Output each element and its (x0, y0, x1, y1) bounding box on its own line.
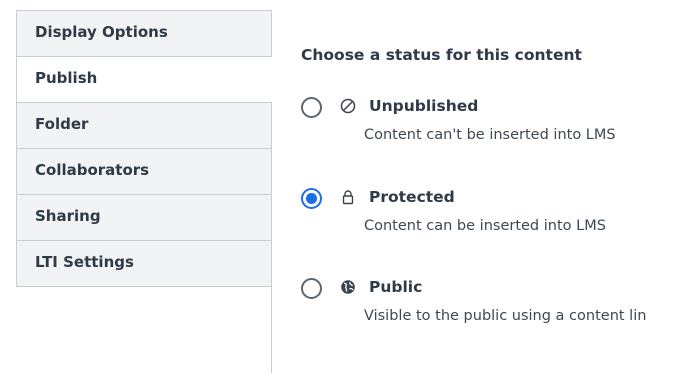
tab-label: Sharing (35, 207, 101, 225)
tab-display-options[interactable]: Display Options (16, 10, 272, 57)
tab-label: Publish (35, 69, 98, 87)
protected-radio[interactable] (301, 188, 322, 209)
lock-icon (342, 190, 354, 205)
tab-label: Collaborators (35, 161, 150, 179)
unpublished-description: Content can't be inserted into LMS (364, 127, 616, 143)
tab-folder[interactable]: Folder (16, 103, 272, 149)
tab-label: LTI Settings (35, 253, 134, 271)
protected-description: Content can be inserted into LMS (364, 218, 606, 234)
public-radio[interactable] (301, 278, 322, 299)
public-label: Public (369, 278, 423, 296)
publish-settings-view: Display Options Publish Folder Collabora… (0, 0, 698, 373)
tab-publish[interactable]: Publish (16, 57, 272, 103)
tab-lti-settings[interactable]: LTI Settings (16, 241, 272, 287)
unpublished-icon (340, 98, 356, 114)
active-tab-gap (271, 57, 272, 102)
publish-heading: Choose a status for this content (301, 46, 582, 64)
publish-panel: Choose a status for this content Unpubli… (301, 0, 698, 373)
globe-icon (341, 280, 355, 294)
tab-label: Folder (35, 115, 89, 133)
tab-collaborators[interactable]: Collaborators (16, 149, 272, 195)
settings-tab-list: Display Options Publish Folder Collabora… (16, 10, 272, 287)
tab-label: Display Options (35, 23, 168, 41)
unpublished-label: Unpublished (369, 97, 479, 115)
unpublished-radio[interactable] (301, 97, 322, 118)
protected-label: Protected (369, 188, 455, 206)
public-description: Visible to the public using a content li… (364, 308, 647, 324)
tab-sharing[interactable]: Sharing (16, 195, 272, 241)
